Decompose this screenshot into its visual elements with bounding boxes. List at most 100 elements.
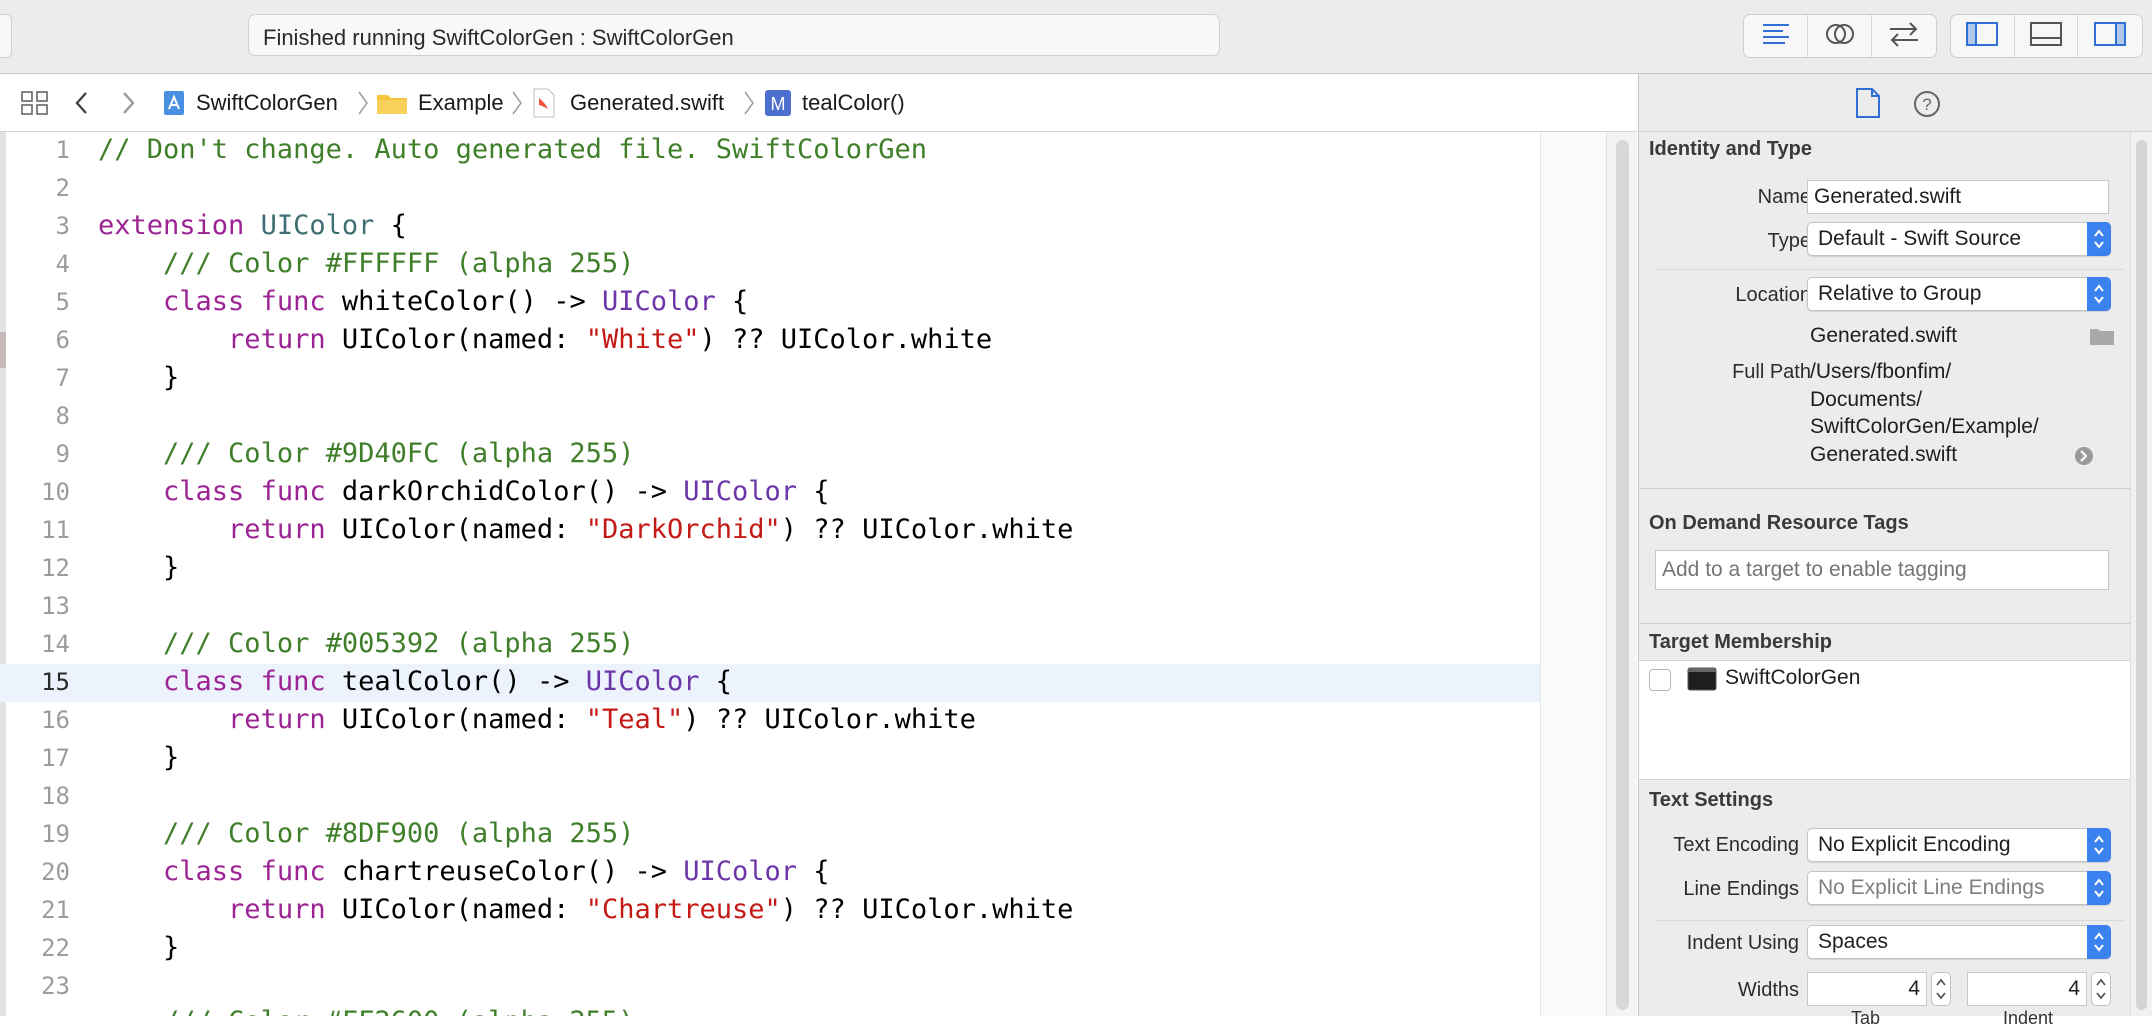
code-line[interactable]: 19 /// Color #8DF900 (alpha 255) xyxy=(0,816,1606,854)
code-keyword: class xyxy=(163,476,245,507)
code-line-current[interactable]: 15 class func tealColor() -> UIColor { xyxy=(0,664,1606,702)
code-line[interactable]: 23 xyxy=(0,968,1606,1006)
breadcrumb-label: Generated.swift xyxy=(570,89,725,115)
assistant-editor-icon xyxy=(1823,20,1857,53)
line-number: 20 xyxy=(41,858,70,886)
file-type-value: Default - Swift Source xyxy=(1818,227,2022,250)
breadcrumb-folder[interactable]: Example xyxy=(376,74,504,131)
code-line[interactable]: 18 xyxy=(0,778,1606,816)
code-line[interactable]: 13 xyxy=(0,588,1606,626)
code-line[interactable]: 3 extension UIColor { xyxy=(0,208,1606,246)
line-endings-value: No Explicit Line Endings xyxy=(1818,876,2045,899)
name-label: Name xyxy=(1757,186,1811,208)
breadcrumb-label: SwiftColorGen xyxy=(196,89,338,115)
show-in-finder-icon[interactable] xyxy=(2073,445,2095,472)
source-editor[interactable]: 1 // Don't change. Auto generated file. … xyxy=(0,132,1637,1016)
file-inspector-icon[interactable] xyxy=(1855,88,1881,123)
text-encoding-popup[interactable]: No Explicit Encoding xyxy=(1807,828,2111,862)
debug-area-toggle-button[interactable] xyxy=(2015,15,2079,57)
code-line[interactable]: 14 /// Color #005392 (alpha 255) xyxy=(0,626,1606,664)
code-line[interactable]: 20 class func chartreuseColor() -> UICol… xyxy=(0,854,1606,892)
related-items-icon[interactable] xyxy=(20,74,50,131)
inspector-scrollbar[interactable] xyxy=(2130,132,2152,1016)
resource-tags-input[interactable] xyxy=(1655,550,2109,590)
line-number: 16 xyxy=(41,706,70,734)
code-line[interactable]: 1 // Don't change. Auto generated file. … xyxy=(0,132,1606,170)
navigator-toggle-button[interactable] xyxy=(1951,15,2015,57)
code-line[interactable]: 11 return UIColor(named: "DarkOrchid") ?… xyxy=(0,512,1606,550)
editor-scroll-thumb[interactable] xyxy=(1616,140,1629,1010)
inspector-tabs: ? xyxy=(1639,74,2152,132)
code-line[interactable]: 2 xyxy=(0,170,1606,208)
minimap[interactable] xyxy=(1540,132,1607,1016)
code-line[interactable]: 4 /// Color #FFFFFF (alpha 255) xyxy=(0,246,1606,284)
code-member: UIColor.white xyxy=(862,514,1074,545)
code-line[interactable]: 8 xyxy=(0,398,1606,436)
code-line[interactable]: 5 class func whiteColor() -> UIColor { xyxy=(0,284,1606,322)
line-number: 15 xyxy=(41,668,70,696)
breadcrumb-project[interactable]: SwiftColorGen xyxy=(162,74,338,131)
target-membership-checkbox[interactable] xyxy=(1649,669,1671,691)
target-row[interactable]: SwiftColorGen xyxy=(1645,661,2125,695)
code-line[interactable]: 7 } xyxy=(0,360,1606,398)
standard-editor-button[interactable] xyxy=(1744,15,1808,57)
code-line[interactable]: 12 } xyxy=(0,550,1606,588)
inspector-scroll-thumb[interactable] xyxy=(2136,140,2147,1010)
code-keyword: return xyxy=(228,704,326,735)
code-punct: -> xyxy=(536,286,602,317)
breadcrumb-label: tealColor() xyxy=(802,89,905,115)
code-call: UIColor(named: xyxy=(341,704,586,735)
indent-width-field[interactable]: 4 xyxy=(1967,972,2087,1006)
tab-width-field[interactable]: 4 xyxy=(1807,972,1927,1006)
indent-using-label: Indent Using xyxy=(1686,932,1799,954)
breadcrumb-file[interactable]: Generated.swift xyxy=(532,74,724,131)
line-number: 23 xyxy=(41,972,70,1000)
tab-width-stepper[interactable] xyxy=(1931,972,1951,1006)
line-number: 11 xyxy=(41,516,70,544)
editor-scrollbar[interactable] xyxy=(1606,132,1637,1016)
utilities-toggle-button[interactable] xyxy=(2078,15,2142,57)
file-name-field[interactable]: Generated.swift xyxy=(1807,180,2109,214)
code-line[interactable]: 6 return UIColor(named: "White") ?? UICo… xyxy=(0,322,1606,360)
code-line[interactable]: 17 } xyxy=(0,740,1606,778)
code-line[interactable]: 16 return UIColor(named: "Teal") ?? UICo… xyxy=(0,702,1606,740)
breadcrumb-separator-icon xyxy=(356,90,370,121)
assistant-editor-button[interactable] xyxy=(1808,15,1872,57)
full-path-line: Generated.swift xyxy=(1810,443,1958,466)
popup-arrows-icon xyxy=(2087,277,2111,311)
code-string: "Chartreuse" xyxy=(585,894,781,925)
back-icon[interactable] xyxy=(72,74,92,131)
window-edge-control[interactable] xyxy=(0,14,12,58)
file-type-popup[interactable]: Default - Swift Source xyxy=(1807,222,2111,256)
code-line[interactable]: 10 class func darkOrchidColor() -> UICol… xyxy=(0,474,1606,512)
resource-tags-section-title: On Demand Resource Tags xyxy=(1649,512,1909,534)
code-line[interactable]: 22 } xyxy=(0,930,1606,968)
code-line[interactable]: 9 /// Color #9D40FC (alpha 255) xyxy=(0,436,1606,474)
code-comment: /// Color #8DF900 (alpha 255) xyxy=(163,818,635,849)
code-func-name: chartreuseColor() xyxy=(341,856,619,887)
breadcrumb-symbol[interactable]: M tealColor() xyxy=(764,74,905,131)
version-editor-button[interactable] xyxy=(1872,15,1936,57)
line-number: 1 xyxy=(55,136,70,164)
method-icon: M xyxy=(764,89,792,117)
full-path-line: /Users/fbonfim/ xyxy=(1810,360,1952,383)
quick-help-icon[interactable]: ? xyxy=(1913,90,1941,123)
forward-icon[interactable] xyxy=(118,74,138,131)
code-comment: /// Color #005392 (alpha 255) xyxy=(163,628,635,659)
location-popup[interactable]: Relative to Group xyxy=(1807,277,2111,311)
line-endings-popup[interactable]: No Explicit Line Endings xyxy=(1807,871,2111,905)
reveal-folder-icon[interactable] xyxy=(2089,326,2115,351)
code-line[interactable]: 21 return UIColor(named: "Chartreuse") ?… xyxy=(0,892,1606,930)
divider xyxy=(1655,269,2125,270)
text-settings-section-title: Text Settings xyxy=(1649,789,1774,811)
swift-file-icon xyxy=(532,88,556,118)
file-inspector: ? Identity and Type Name Generated.swift… xyxy=(1638,74,2152,1028)
code-class: UIColor xyxy=(683,476,798,507)
folder-icon xyxy=(376,90,408,116)
code-member: UIColor.white xyxy=(764,704,976,735)
utilities-panel-icon xyxy=(2093,21,2127,52)
code-func-name: tealColor() xyxy=(341,666,521,697)
indent-using-popup[interactable]: Spaces xyxy=(1807,925,2111,959)
indent-width-stepper[interactable] xyxy=(2091,972,2111,1006)
code-line-partial[interactable]: /// Color #FF2600 (alpha 255) xyxy=(0,1006,1606,1016)
